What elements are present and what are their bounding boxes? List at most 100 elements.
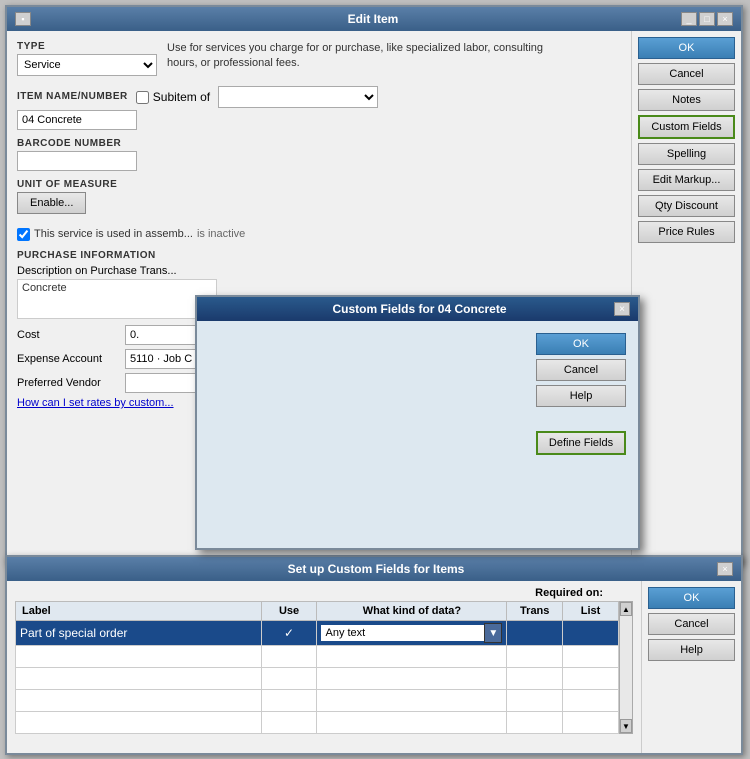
price-rules-button[interactable]: Price Rules (638, 221, 735, 243)
setup-window-title: Set up Custom Fields for Items (35, 562, 717, 576)
subitem-select[interactable] (218, 86, 378, 108)
edit-markup-button[interactable]: Edit Markup... (638, 169, 735, 191)
barcode-input[interactable] (17, 151, 137, 171)
use-header: Use (261, 602, 317, 621)
vendor-input[interactable] (125, 373, 205, 393)
row5-list[interactable] (563, 712, 619, 734)
scroll-down-btn[interactable]: ▼ (620, 719, 632, 733)
expense-label: Expense Account (17, 353, 117, 365)
any-text-wrapper: Any text ▼ (321, 623, 502, 643)
row2-datatype[interactable] (317, 646, 507, 668)
subitem-checkbox[interactable] (136, 91, 149, 104)
ok-button[interactable]: OK (638, 37, 735, 59)
scroll-up-btn[interactable]: ▲ (620, 602, 632, 616)
close-btn[interactable]: × (717, 12, 733, 26)
row3-use[interactable] (261, 668, 317, 690)
cancel-button[interactable]: Cancel (638, 63, 735, 85)
assembly-text: This service is used in assemb... (34, 228, 193, 240)
row2-use[interactable] (261, 646, 317, 668)
custom-fields-dialog-title: Custom Fields for 04 Concrete (225, 302, 614, 316)
any-text-value: Any text (321, 625, 484, 641)
window-controls: _ □ × (681, 12, 733, 26)
type-select[interactable]: Service (17, 54, 157, 76)
required-on-label: Required on: (535, 587, 603, 599)
list-header: List (563, 602, 619, 621)
item-name-row: Item Name/Number Subitem of (17, 86, 621, 130)
setup-content: Required on: Label Use What kind of data… (7, 581, 641, 753)
cf-help-button[interactable]: Help (536, 385, 626, 407)
table-row[interactable] (16, 646, 619, 668)
row2-label[interactable] (16, 646, 262, 668)
table-row[interactable]: Part of special order ✓ Any text ▼ (16, 621, 619, 646)
row5-use[interactable] (261, 712, 317, 734)
cf-ok-button[interactable]: OK (536, 333, 626, 355)
row1-datatype[interactable]: Any text ▼ (317, 621, 507, 646)
expense-input[interactable] (125, 349, 205, 369)
table-row[interactable] (16, 712, 619, 734)
cost-input[interactable] (125, 325, 205, 345)
custom-fields-titlebar: Custom Fields for 04 Concrete × (197, 297, 638, 321)
row4-list[interactable] (563, 690, 619, 712)
custom-fields-buttons: OK Cancel Help Define Fields (536, 333, 626, 536)
custom-fields-content (209, 333, 526, 536)
setup-window-controls: × (717, 562, 733, 576)
trans-header: Trans (507, 602, 563, 621)
dialog-close-btn[interactable]: × (614, 302, 630, 316)
table-row[interactable] (16, 690, 619, 712)
row1-label[interactable]: Part of special order (16, 621, 262, 646)
row1-use[interactable]: ✓ (261, 621, 317, 646)
row5-datatype[interactable] (317, 712, 507, 734)
minimize-btn[interactable]: _ (681, 12, 697, 26)
custom-fields-button[interactable]: Custom Fields (638, 115, 735, 139)
spelling-button[interactable]: Spelling (638, 143, 735, 165)
row1-list[interactable] (563, 621, 619, 646)
label-header: Label (16, 602, 262, 621)
setup-ok-button[interactable]: OK (648, 587, 735, 609)
row3-list[interactable] (563, 668, 619, 690)
setup-help-button[interactable]: Help (648, 639, 735, 661)
purchase-desc-label: Description on Purchase Trans... (17, 265, 621, 277)
row5-trans[interactable] (507, 712, 563, 734)
right-button-panel: OK Cancel Notes Custom Fields Spelling E… (631, 31, 741, 563)
enable-uom-button[interactable]: Enable... (17, 192, 86, 214)
row3-label[interactable] (16, 668, 262, 690)
table-scrollbar[interactable]: ▲ ▼ (619, 601, 633, 734)
row3-trans[interactable] (507, 668, 563, 690)
subitem-checkbox-label: Subitem of (136, 90, 210, 104)
item-name-label: Item Name/Number (17, 91, 128, 102)
type-section: TYPE Service (17, 41, 157, 76)
restore-icon[interactable]: ▪ (15, 12, 31, 26)
setup-custom-fields-window: Set up Custom Fields for Items × Require… (5, 555, 743, 755)
row1-trans[interactable] (507, 621, 563, 646)
any-text-dropdown-arrow[interactable]: ▼ (484, 623, 502, 643)
row5-label[interactable] (16, 712, 262, 734)
notes-button[interactable]: Notes (638, 89, 735, 111)
purchase-info-label: PURCHASE INFORMATION (17, 250, 621, 261)
row4-trans[interactable] (507, 690, 563, 712)
inactive-text: is inactive (197, 228, 245, 240)
uom-label: UNIT OF MEASURE (17, 179, 621, 190)
table-row[interactable] (16, 668, 619, 690)
row3-datatype[interactable] (317, 668, 507, 690)
assembly-checkbox[interactable] (17, 228, 30, 241)
row4-use[interactable] (261, 690, 317, 712)
row4-datatype[interactable] (317, 690, 507, 712)
type-description: Use for services you charge for or purch… (167, 41, 547, 72)
qty-discount-button[interactable]: Qty Discount (638, 195, 735, 217)
define-fields-button[interactable]: Define Fields (536, 431, 626, 455)
item-name-input[interactable] (17, 110, 137, 130)
assembly-row: This service is used in assemb... is ina… (17, 222, 621, 246)
what-kind-header: What kind of data? (317, 602, 507, 621)
setup-cancel-button[interactable]: Cancel (648, 613, 735, 635)
row2-trans[interactable] (507, 646, 563, 668)
setup-close-btn[interactable]: × (717, 562, 733, 576)
type-label: TYPE (17, 41, 157, 52)
setup-body: Required on: Label Use What kind of data… (7, 581, 741, 753)
maximize-btn[interactable]: □ (699, 12, 715, 26)
cf-cancel-button[interactable]: Cancel (536, 359, 626, 381)
cost-label: Cost (17, 329, 117, 341)
custom-fields-body: OK Cancel Help Define Fields (197, 321, 638, 548)
subitem-label: Subitem of (153, 90, 210, 104)
row4-label[interactable] (16, 690, 262, 712)
row2-list[interactable] (563, 646, 619, 668)
